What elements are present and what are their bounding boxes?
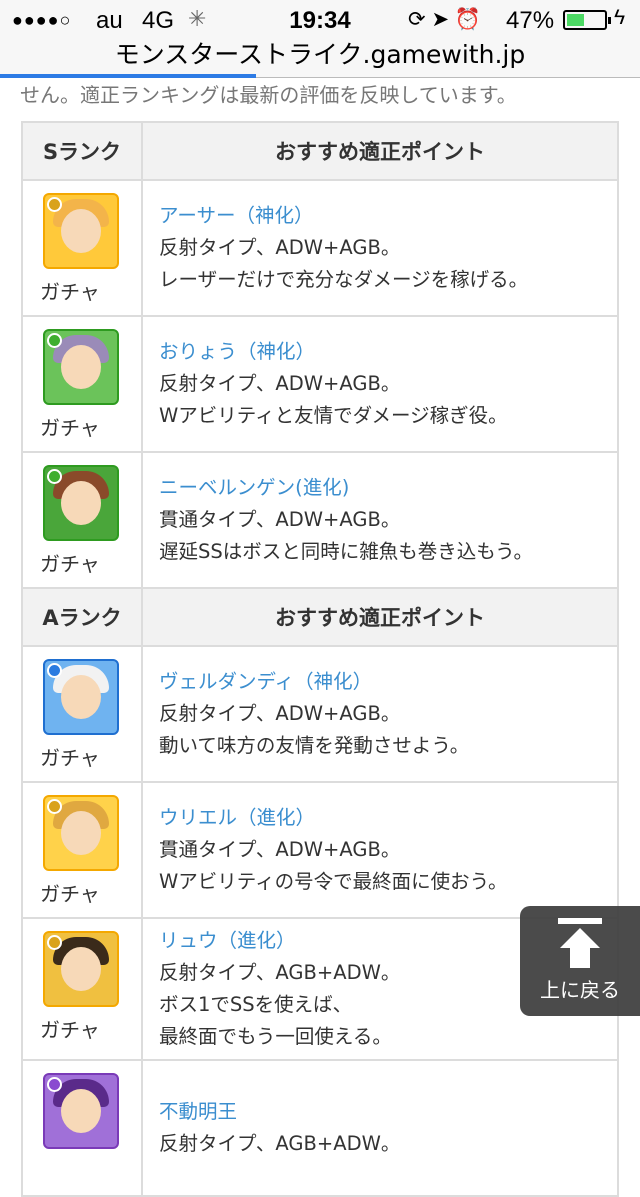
character-name-link[interactable]: 不動明王 — [159, 1096, 617, 1128]
element-badge-icon — [47, 1077, 62, 1092]
character-row: 不動明王反射タイプ、AGB+ADW。 — [21, 1059, 619, 1197]
character-cell: ガチャ — [21, 179, 143, 317]
back-to-top-label: 上に戻る — [540, 978, 620, 1002]
description-line: Wアビリティの号令で最終面に使おう。 — [159, 870, 508, 893]
character-cell: ガチャ — [21, 917, 143, 1061]
character-cell: ガチャ — [21, 645, 143, 783]
obtain-method: ガチャ — [40, 552, 100, 576]
element-badge-icon — [47, 469, 62, 484]
rank-header-row: Sランク おすすめ適正ポイント — [21, 121, 619, 181]
element-badge-icon — [47, 935, 62, 950]
url-text[interactable]: モンスターストライク.gamewith.jp — [115, 40, 525, 69]
alarm-icon: ⏰ — [454, 8, 482, 31]
character-portrait-icon[interactable] — [43, 931, 119, 1007]
character-portrait-icon[interactable] — [43, 795, 119, 871]
character-row: ガチャ ヴェルダンディ（神化） 反射タイプ、ADW+AGB。動いて味方の友情を発動さ… — [21, 645, 619, 783]
back-to-top-button[interactable]: 上に戻る — [520, 906, 640, 1016]
character-row: ガチャ アーサー（神化） 反射タイプ、ADW+AGB。レーザーだけで充分なダメージを… — [21, 179, 619, 317]
character-row: ガチャ ウリエル（進化） 貫通タイプ、ADW+AGB。 Wアビリティの号令で最終面に使… — [21, 781, 619, 919]
character-row: ガチャ ニーベルンゲン(進化) 貫通タイプ、ADW+AGB。遅延SSはボスと同時に雑… — [21, 451, 619, 589]
ranking-table: Sランク おすすめ適正ポイント ガチャ アーサー（神化） 反射タイプ、ADW+AGB。レ… — [21, 121, 619, 1197]
character-cell: ガチャ — [21, 315, 143, 453]
portrait-face — [61, 947, 101, 991]
character-portrait-icon[interactable] — [43, 329, 119, 405]
rank-header-row: Aランク おすすめ適正ポイント — [21, 587, 619, 647]
obtain-method: ガチャ — [40, 746, 100, 770]
portrait-face — [61, 811, 101, 855]
battery-fill — [567, 14, 584, 26]
character-description: アーサー（神化） 反射タイプ、ADW+AGB。レーザーだけで充分なダメージを稼げる… — [141, 179, 619, 317]
character-cell: ガチャ — [21, 451, 143, 589]
character-description: ヴェルダンディ（神化） 反射タイプ、ADW+AGB。動いて味方の友情を発動させよう… — [141, 645, 619, 783]
rank-label: Aランク — [21, 587, 143, 647]
character-name-link[interactable]: ヴェルダンディ（神化） — [159, 666, 617, 698]
character-portrait-icon[interactable] — [43, 465, 119, 541]
status-icons: ⟳ ➤ ⏰ — [408, 7, 481, 32]
character-name-link[interactable]: おりょう（神化） — [159, 336, 617, 368]
element-badge-icon — [47, 663, 62, 678]
description-line: 反射タイプ、ADW+AGB。 — [159, 372, 401, 395]
description-line: 貫通タイプ、ADW+AGB。 — [159, 508, 401, 531]
element-badge-icon — [47, 197, 62, 212]
description-line: 動いて味方の友情を発動させよう。 — [159, 734, 470, 757]
description-line: Wアビリティと友情でダメージ稼ぎ役。 — [159, 404, 508, 427]
points-header: おすすめ適正ポイント — [141, 121, 619, 181]
description-line: 貫通タイプ、ADW+AGB。 — [159, 838, 401, 861]
portrait-face — [61, 481, 101, 525]
points-header: おすすめ適正ポイント — [141, 587, 619, 647]
character-row: ガチャ おりょう（神化） 反射タイプ、ADW+AGB。 Wアビリティと友情でダメージ稼… — [21, 315, 619, 453]
description-line: 反射タイプ、ADW+AGB。 — [159, 236, 401, 259]
page-load-progress — [0, 74, 256, 78]
character-portrait-icon[interactable] — [43, 659, 119, 735]
character-description: 不動明王反射タイプ、AGB+ADW。 — [141, 1059, 619, 1197]
element-badge-icon — [47, 799, 62, 814]
character-name-link[interactable]: ウリエル（進化） — [159, 802, 617, 834]
obtain-method: ガチャ — [40, 416, 100, 440]
status-bar: ●●●●○ au 4G ✳ 19:34 ⟳ ➤ ⏰ 47% ϟ — [0, 0, 640, 40]
rank-label: Sランク — [21, 121, 143, 181]
description-line: 反射タイプ、ADW+AGB。 — [159, 702, 401, 725]
battery-percent: 47% — [506, 7, 555, 34]
description-line: 遅延SSはボスと同時に雑魚も巻き込もう。 — [159, 540, 534, 563]
character-description: ウリエル（進化） 貫通タイプ、ADW+AGB。 Wアビリティの号令で最終面に使おう。 — [141, 781, 619, 919]
up-arrow-icon — [558, 918, 602, 968]
location-icon: ➤ — [431, 8, 450, 31]
character-name-link[interactable]: ニーベルンゲン(進化) — [159, 472, 617, 504]
character-description: ニーベルンゲン(進化) 貫通タイプ、ADW+AGB。遅延SSはボスと同時に雑魚も巻… — [141, 451, 619, 589]
character-name-link[interactable]: アーサー（神化） — [159, 200, 617, 232]
description-line: 最終面でもう一回使える。 — [159, 1025, 392, 1048]
rotation-lock-icon: ⟳ — [408, 8, 426, 31]
portrait-face — [61, 675, 101, 719]
character-cell: ガチャ — [21, 781, 143, 919]
address-bar[interactable]: モンスターストライク.gamewith.jp — [0, 40, 640, 78]
battery-icon — [563, 10, 611, 30]
portrait-face — [61, 345, 101, 389]
portrait-face — [61, 209, 101, 253]
character-portrait-icon[interactable] — [43, 1073, 119, 1149]
obtain-method: ガチャ — [40, 280, 100, 304]
intro-text: せん。適正ランキングは最新の評価を反映しています。 — [20, 83, 517, 107]
portrait-face — [61, 1089, 101, 1133]
character-description: おりょう（神化） 反射タイプ、ADW+AGB。 Wアビリティと友情でダメージ稼ぎ役。 — [141, 315, 619, 453]
battery-nub — [608, 17, 611, 24]
element-badge-icon — [47, 333, 62, 348]
charging-icon: ϟ — [614, 6, 626, 29]
description-line: 反射タイプ、AGB+ADW。 — [159, 1132, 401, 1155]
character-portrait-icon[interactable] — [43, 193, 119, 269]
obtain-method: ガチャ — [40, 1018, 100, 1042]
obtain-method: ガチャ — [40, 882, 100, 906]
description-line: レーザーだけで充分なダメージを稼げる。 — [159, 268, 529, 291]
character-cell — [21, 1059, 143, 1197]
